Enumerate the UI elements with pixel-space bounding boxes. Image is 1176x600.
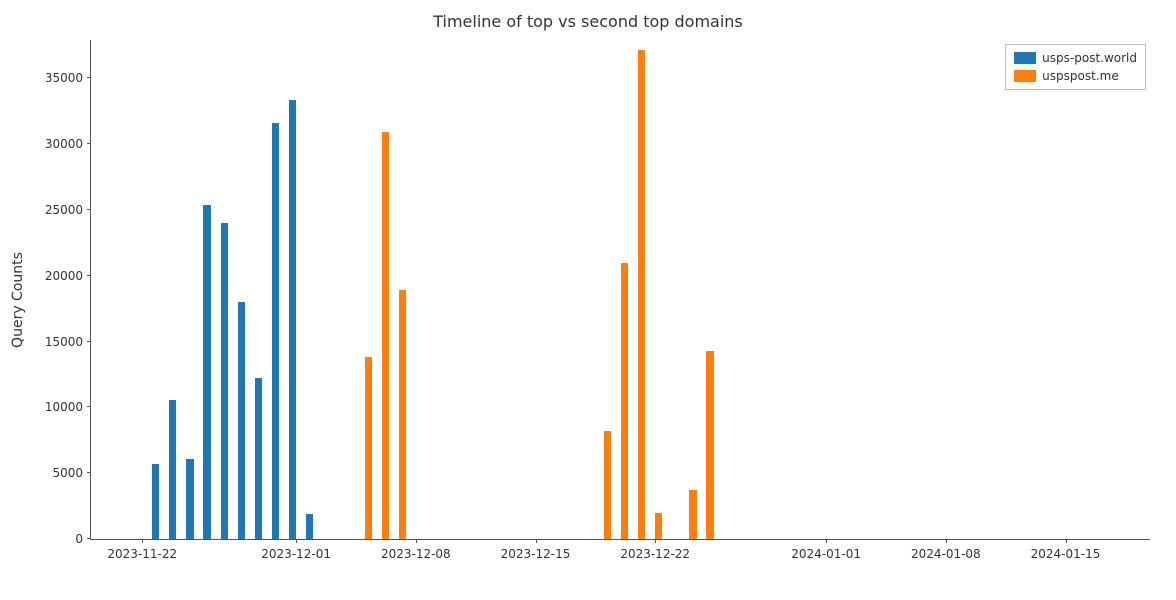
y-axis-label: Query Counts — [10, 252, 26, 348]
bar — [655, 513, 662, 539]
plot-area: 050001000015000200002500030000350002023-… — [90, 40, 1150, 540]
bar — [238, 302, 245, 539]
bar — [382, 132, 389, 539]
bar — [399, 290, 406, 539]
bar — [169, 400, 176, 539]
x-tick-mark — [536, 539, 537, 543]
x-tick-mark — [826, 539, 827, 543]
legend-item: uspspost.me — [1014, 67, 1137, 85]
bar — [203, 205, 210, 539]
legend-item: usps-post.world — [1014, 49, 1137, 67]
y-tick-mark — [87, 341, 91, 342]
y-tick-label: 10000 — [45, 400, 91, 414]
bar — [289, 100, 296, 539]
y-tick-mark — [87, 143, 91, 144]
y-tick-mark — [87, 406, 91, 407]
y-tick-label: 30000 — [45, 137, 91, 151]
bar — [621, 263, 628, 539]
legend-label: uspspost.me — [1042, 67, 1119, 85]
x-tick-mark — [416, 539, 417, 543]
bar — [152, 464, 159, 539]
bar — [306, 514, 313, 539]
x-tick-mark — [1066, 539, 1067, 543]
x-tick-mark — [142, 539, 143, 543]
bar — [706, 351, 713, 539]
y-tick-mark — [87, 77, 91, 78]
y-tick-mark — [87, 538, 91, 539]
bar — [255, 378, 262, 539]
bar — [638, 50, 645, 539]
y-tick-label: 5000 — [52, 466, 91, 480]
legend-swatch — [1014, 52, 1036, 64]
x-tick-mark — [655, 539, 656, 543]
legend-label: usps-post.world — [1042, 49, 1137, 67]
bar-chart: Timeline of top vs second top domains Qu… — [0, 0, 1176, 600]
bar — [604, 431, 611, 539]
bar — [272, 123, 279, 539]
y-tick-label: 20000 — [45, 269, 91, 283]
chart-title: Timeline of top vs second top domains — [0, 12, 1176, 31]
y-tick-mark — [87, 275, 91, 276]
x-tick-mark — [946, 539, 947, 543]
y-tick-label: 15000 — [45, 335, 91, 349]
legend: usps-post.worlduspspost.me — [1005, 44, 1146, 90]
y-tick-label: 35000 — [45, 71, 91, 85]
bar — [365, 357, 372, 539]
y-tick-mark — [87, 472, 91, 473]
y-tick-mark — [87, 209, 91, 210]
bar — [689, 490, 696, 539]
legend-swatch — [1014, 70, 1036, 82]
bar — [221, 223, 228, 539]
bar — [186, 459, 193, 539]
x-tick-mark — [296, 539, 297, 543]
y-tick-label: 0 — [75, 532, 91, 546]
y-tick-label: 25000 — [45, 203, 91, 217]
